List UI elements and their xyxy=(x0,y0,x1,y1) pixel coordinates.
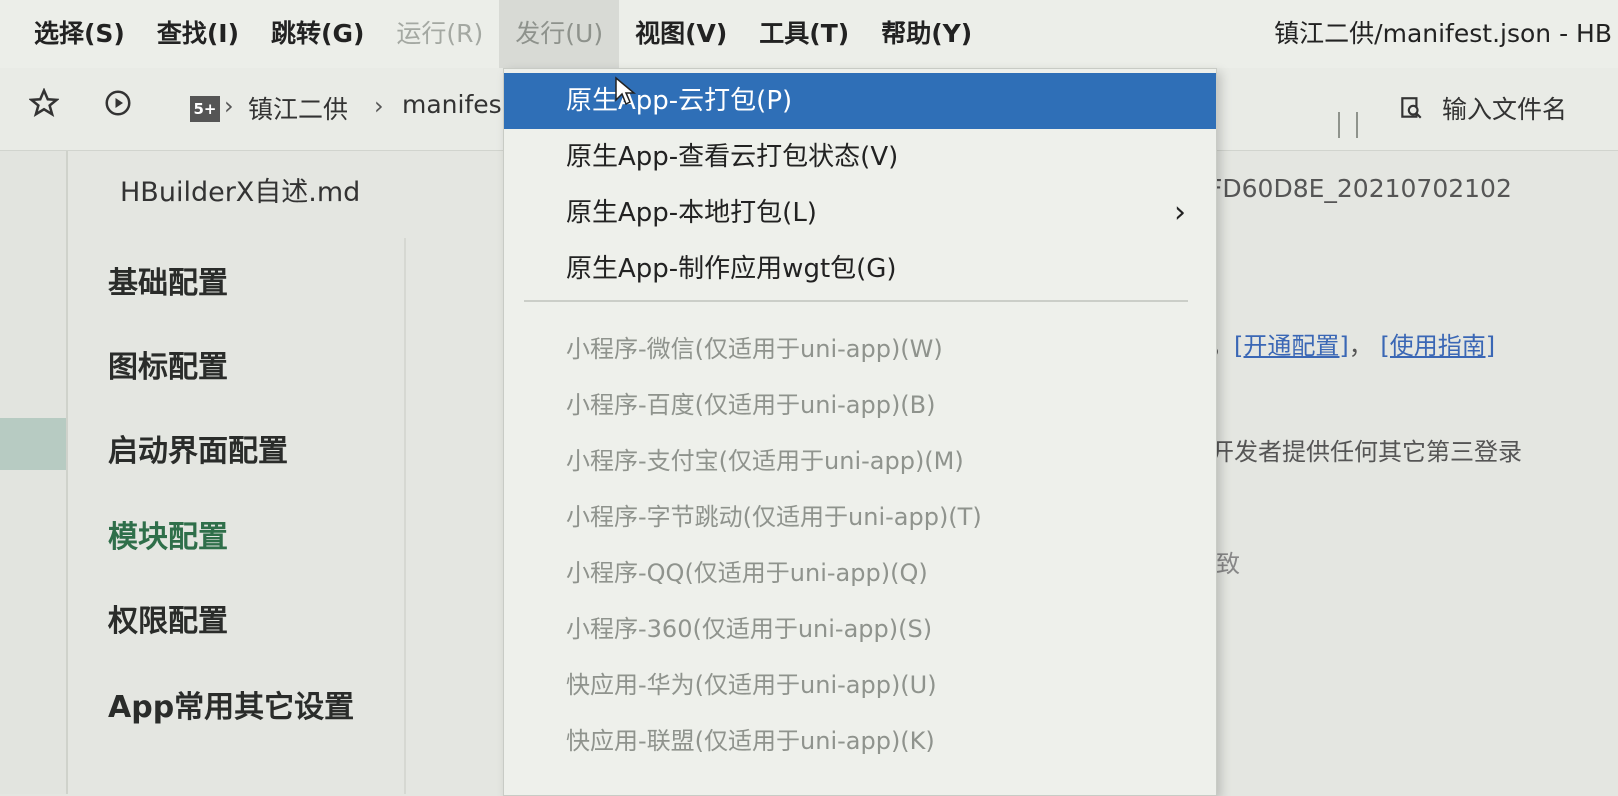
activity-strip xyxy=(0,151,68,794)
menu-item-app-wgt-package[interactable]: 原生App-制作应用wgt包(G) xyxy=(504,241,1216,297)
menu-item-mp-qq[interactable]: 小程序-QQ(仅适用于uni-app)(Q) xyxy=(504,545,1216,601)
nav-divider xyxy=(404,238,406,794)
menu-item-label: 快应用-华为(仅适用于uni-app)(U) xyxy=(566,671,937,699)
menu-item-mp-360[interactable]: 小程序-360(仅适用于uni-app)(S) xyxy=(504,601,1216,657)
nav-module-config[interactable]: 模块配置 xyxy=(108,512,228,556)
nav-basic-config[interactable]: 基础配置 xyxy=(108,258,228,302)
link-separator: ， xyxy=(1348,332,1373,360)
menu-item-app-cloud-build[interactable]: 原生App-云打包(P) xyxy=(504,73,1216,129)
menu-item-label: 小程序-支付宝(仅适用于uni-app)(M) xyxy=(566,447,964,475)
star-icon-svg xyxy=(28,87,60,118)
config-links: ，[开通配置]， [使用指南] xyxy=(1210,326,1495,361)
menu-item-mp-baidu[interactable]: 小程序-百度(仅适用于uni-app)(B) xyxy=(504,377,1216,433)
nav-permission-config[interactable]: 权限配置 xyxy=(108,596,228,640)
search-file-icon xyxy=(1401,97,1422,119)
menu-item-quickapp-huawei[interactable]: 快应用-华为(仅适用于uni-app)(U) xyxy=(504,657,1216,713)
menu-item-label: 快应用-联盟(仅适用于uni-app)(K) xyxy=(566,727,935,755)
open-file-tab[interactable]: HBuilderX自述.md xyxy=(120,170,360,209)
quick-open-input[interactable]: 输入文件名 xyxy=(1398,88,1567,128)
menu-item-app-local-build[interactable]: 原生App-本地打包(L) › xyxy=(504,185,1216,241)
nav-icon-config[interactable]: 图标配置 xyxy=(108,342,228,386)
third-party-text: 开发者提供任何其它第三登录 xyxy=(1210,438,1522,466)
menu-find[interactable]: 查找(I) xyxy=(141,0,255,68)
app-id-text: FD60D8E_20210702102 xyxy=(1208,174,1512,203)
menu-goto[interactable]: 跳转(G) xyxy=(255,0,380,68)
play-circle-icon[interactable] xyxy=(100,88,136,124)
menu-item-mp-weixin[interactable]: 小程序-微信(仅适用于uni-app)(W) xyxy=(504,321,1216,377)
menu-item-label: 原生App-查看云打包状态(V) xyxy=(566,142,899,172)
menu-run[interactable]: 运行(R) xyxy=(380,0,499,68)
breadcrumb-file[interactable]: manifes xyxy=(402,90,502,119)
project-badge: 5+ xyxy=(190,96,220,122)
star-icon[interactable] xyxy=(26,87,62,124)
usage-guide-link[interactable]: [使用指南] xyxy=(1380,332,1495,360)
menu-publish[interactable]: 发行(U) xyxy=(499,0,620,68)
menu-select[interactable]: 选择(S) xyxy=(0,0,141,68)
publish-dropdown-menu: 原生App-云打包(P) 原生App-查看云打包状态(V) 原生App-本地打包… xyxy=(503,68,1217,796)
nav-splash-config[interactable]: 启动界面配置 xyxy=(108,426,288,470)
window-title: 镇江二供/manifest.json - HB xyxy=(1274,19,1612,48)
menu-item-label: 原生App-本地打包(L) xyxy=(566,198,817,228)
chevron-right-icon: › xyxy=(1174,195,1186,230)
mouse-cursor-icon xyxy=(615,76,636,106)
menu-item-mp-toutiao[interactable]: 小程序-字节跳动(仅适用于uni-app)(T) xyxy=(504,489,1216,545)
breadcrumb-separator-icon: › xyxy=(374,92,384,120)
menu-item-label: 小程序-微信(仅适用于uni-app)(W) xyxy=(566,335,943,363)
menu-help[interactable]: 帮助(Y) xyxy=(865,0,988,68)
consistent-text: 致 xyxy=(1216,550,1240,578)
menu-item-label: 小程序-百度(仅适用于uni-app)(B) xyxy=(566,391,936,419)
menu-item-mp-alipay[interactable]: 小程序-支付宝(仅适用于uni-app)(M) xyxy=(504,433,1216,489)
breadcrumb-separator-icon: › xyxy=(224,92,234,120)
open-config-link[interactable]: [开通配置] xyxy=(1234,332,1349,360)
nav-app-other-settings[interactable]: App常用其它设置 xyxy=(108,682,354,726)
menu-tools[interactable]: 工具(T) xyxy=(743,0,865,68)
activity-strip-active[interactable] xyxy=(0,418,66,470)
menu-item-label: 小程序-QQ(仅适用于uni-app)(Q) xyxy=(566,559,928,587)
breadcrumb-project[interactable]: 镇江二供 xyxy=(248,90,348,126)
menu-item-label: 原生App-制作应用wgt包(G) xyxy=(566,254,897,284)
quick-open-placeholder: 输入文件名 xyxy=(1442,95,1568,124)
menu-separator xyxy=(524,300,1188,302)
menu-item-label: 小程序-字节跳动(仅适用于uni-app)(T) xyxy=(566,503,982,531)
toolbar-divider xyxy=(1356,112,1358,138)
menu-view[interactable]: 视图(V) xyxy=(619,0,743,68)
menu-item-label: 小程序-360(仅适用于uni-app)(S) xyxy=(566,615,933,643)
menu-item-app-cloud-build-status[interactable]: 原生App-查看云打包状态(V) xyxy=(504,129,1216,185)
menu-item-quickapp-union[interactable]: 快应用-联盟(仅适用于uni-app)(K) xyxy=(504,713,1216,769)
menu-item-label: 原生App-云打包(P) xyxy=(566,86,793,116)
play-circle-icon-svg xyxy=(105,90,131,116)
toolbar-divider xyxy=(1338,112,1340,138)
